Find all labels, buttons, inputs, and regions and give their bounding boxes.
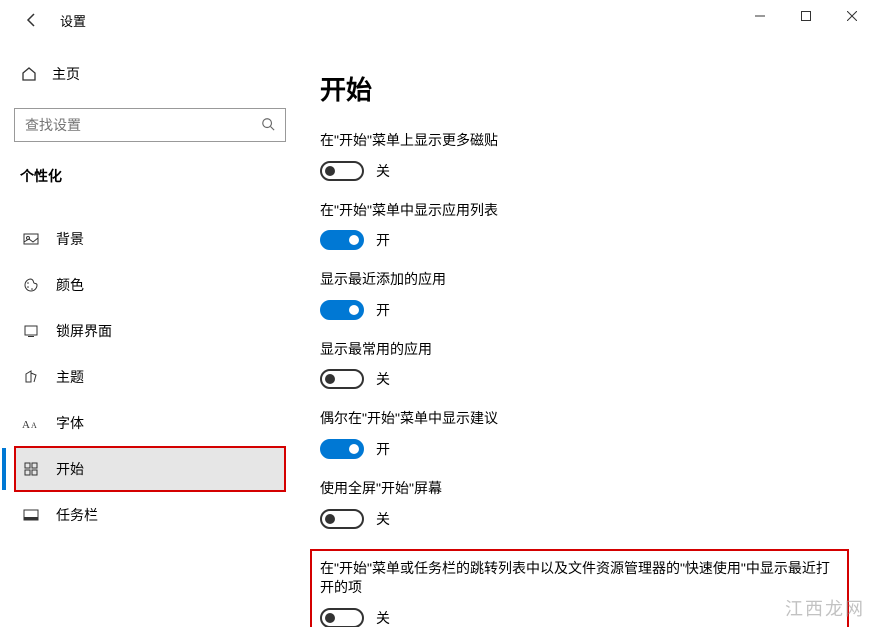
home-icon [20, 66, 38, 82]
sidebar-item-taskbar[interactable]: 任务栏 [14, 492, 286, 538]
window-controls [737, 0, 875, 32]
arrow-left-icon [24, 12, 40, 28]
search-box[interactable] [14, 108, 286, 142]
sidebar-item-label: 背景 [56, 229, 84, 249]
nav-list: 背景 颜色 锁屏界面 主题 AA 字体 开始 [14, 216, 286, 538]
setting-jump-lists: 在"开始"菜单或任务栏的跳转列表中以及文件资源管理器的"快速使用"中显示最近打开… [310, 549, 849, 627]
minimize-icon [755, 11, 765, 21]
toggle-state-text: 开 [376, 300, 390, 320]
setting-label: 在"开始"菜单上显示更多磁贴 [320, 131, 847, 151]
setting-suggestions: 偶尔在"开始"菜单中显示建议 开 [320, 409, 847, 459]
font-icon: AA [22, 414, 40, 432]
maximize-button[interactable] [783, 0, 829, 32]
taskbar-icon [22, 506, 40, 524]
palette-icon [22, 276, 40, 294]
setting-app-list: 在"开始"菜单中显示应用列表 开 [320, 201, 847, 251]
sidebar-item-start[interactable]: 开始 [14, 446, 286, 492]
start-icon [22, 460, 40, 478]
sidebar-item-label: 主题 [56, 367, 84, 387]
sidebar-item-label: 任务栏 [56, 505, 98, 525]
toggle-recently-added[interactable] [320, 300, 364, 320]
sidebar-item-fonts[interactable]: AA 字体 [14, 400, 286, 446]
setting-label: 显示最常用的应用 [320, 340, 847, 360]
setting-label: 偶尔在"开始"菜单中显示建议 [320, 409, 847, 429]
svg-text:A: A [22, 419, 30, 430]
search-input[interactable] [25, 117, 261, 133]
setting-recently-added: 显示最近添加的应用 开 [320, 270, 847, 320]
sidebar-item-background[interactable]: 背景 [14, 216, 286, 262]
sidebar-item-label: 字体 [56, 413, 84, 433]
toggle-state-text: 开 [376, 439, 390, 459]
toggle-suggestions[interactable] [320, 439, 364, 459]
setting-label: 在"开始"菜单或任务栏的跳转列表中以及文件资源管理器的"快速使用"中显示最近打开… [320, 559, 839, 598]
sidebar: 主页 个性化 背景 颜色 锁屏界面 主题 [0, 40, 300, 627]
sidebar-item-label: 颜色 [56, 275, 84, 295]
picture-icon [22, 230, 40, 248]
toggle-most-used[interactable] [320, 369, 364, 389]
maximize-icon [801, 11, 811, 21]
search-icon [261, 117, 275, 134]
setting-most-used: 显示最常用的应用 关 [320, 340, 847, 390]
setting-label: 使用全屏"开始"屏幕 [320, 479, 847, 499]
sidebar-item-lockscreen[interactable]: 锁屏界面 [14, 308, 286, 354]
close-button[interactable] [829, 0, 875, 32]
toggle-state-text: 关 [376, 608, 390, 627]
svg-text:A: A [31, 421, 37, 430]
section-header: 个性化 [14, 166, 286, 186]
close-icon [847, 11, 857, 21]
window-title: 设置 [60, 11, 86, 30]
minimize-button[interactable] [737, 0, 783, 32]
setting-label: 显示最近添加的应用 [320, 270, 847, 290]
toggle-state-text: 关 [376, 509, 390, 529]
sidebar-item-label: 锁屏界面 [56, 321, 112, 341]
home-nav[interactable]: 主页 [14, 58, 286, 90]
toggle-state-text: 关 [376, 161, 390, 181]
theme-icon [22, 368, 40, 386]
sidebar-item-label: 开始 [56, 459, 84, 479]
toggle-fullscreen[interactable] [320, 509, 364, 529]
setting-more-tiles: 在"开始"菜单上显示更多磁贴 关 [320, 131, 847, 181]
content-area: 开始 在"开始"菜单上显示更多磁贴 关 在"开始"菜单中显示应用列表 开 显示最… [300, 40, 875, 627]
setting-fullscreen: 使用全屏"开始"屏幕 关 [320, 479, 847, 529]
toggle-jump-lists[interactable] [320, 608, 364, 627]
back-button[interactable] [18, 6, 46, 34]
toggle-more-tiles[interactable] [320, 161, 364, 181]
titlebar: 设置 [0, 0, 875, 40]
lockscreen-icon [22, 322, 40, 340]
watermark: 江西龙网 [785, 595, 865, 621]
sidebar-item-themes[interactable]: 主题 [14, 354, 286, 400]
toggle-state-text: 开 [376, 230, 390, 250]
setting-label: 在"开始"菜单中显示应用列表 [320, 201, 847, 221]
toggle-state-text: 关 [376, 369, 390, 389]
home-label: 主页 [52, 64, 80, 84]
sidebar-item-colors[interactable]: 颜色 [14, 262, 286, 308]
toggle-app-list[interactable] [320, 230, 364, 250]
page-title: 开始 [320, 70, 847, 107]
